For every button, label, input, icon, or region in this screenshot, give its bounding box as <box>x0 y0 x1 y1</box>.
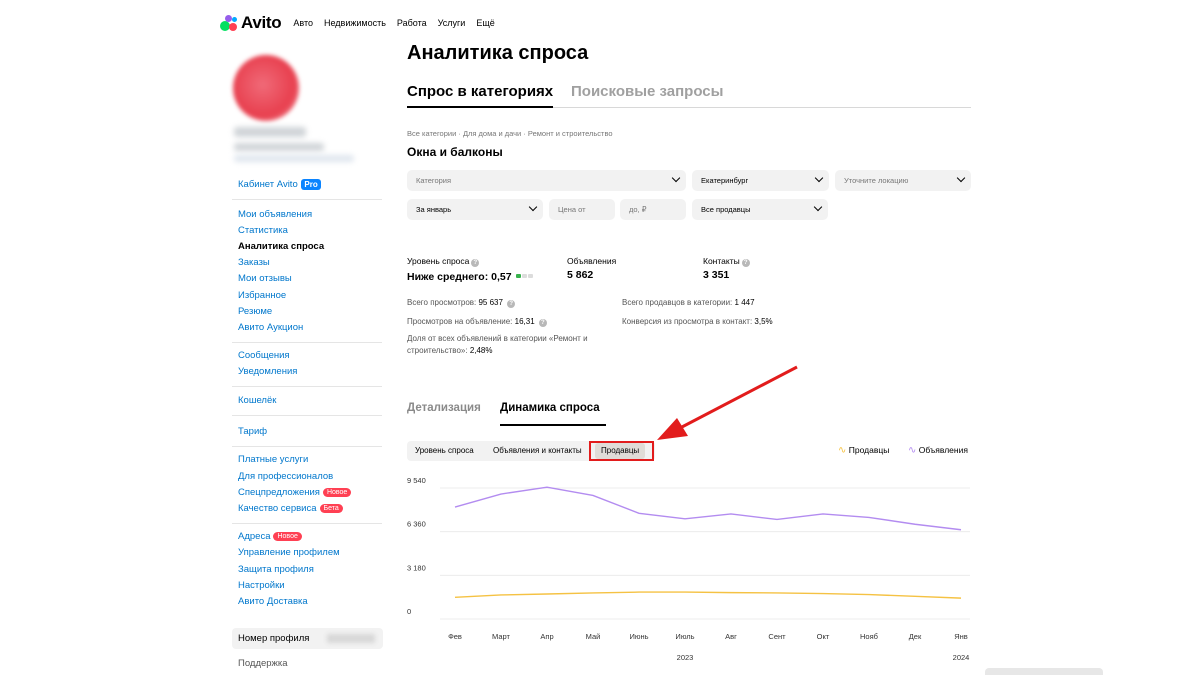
demand-dynamics-chart: 0 3 180 6 360 9 540 Фев Март Апр Май Июнь Июль Ав… <box>407 476 970 662</box>
x-tick-label: Фев <box>448 632 462 641</box>
x-tick-label: Март <box>492 632 511 641</box>
legend-sellers-swatch: ∿ <box>838 445 847 456</box>
year-label: 2023 <box>677 653 694 662</box>
chart-grid <box>440 487 970 620</box>
legend-sellers-label: Продавцы <box>848 445 890 455</box>
x-tick-label: Май <box>586 632 601 641</box>
legend-ads-swatch: ∿ <box>908 445 917 456</box>
x-tick-label: Апр <box>540 632 553 641</box>
x-tick-label: Янв <box>954 632 968 641</box>
chart-lines <box>454 486 962 599</box>
x-tick-label: Сент <box>768 632 786 641</box>
x-tick-label: Нояб <box>860 632 878 641</box>
x-tick-label: Июль <box>675 632 694 641</box>
x-tick-label: Авг <box>725 632 737 641</box>
blurred-widget <box>985 668 1103 675</box>
chart-y-ticks: 0 3 180 6 360 9 540 <box>407 476 426 616</box>
annotation-arrow-head <box>657 418 688 440</box>
legend-ads-label: Объявления <box>918 445 968 455</box>
y-tick-label: 3 180 <box>407 563 426 572</box>
sellers-series-line[interactable] <box>454 591 962 599</box>
chart-year-labels: 2023 2024 <box>677 653 970 662</box>
chart-x-ticks: Фев Март Апр Май Июнь Июль Авг Сент Окт Нояб Дек Ян… <box>448 632 968 641</box>
annotation-arrow-line <box>679 365 798 430</box>
y-tick-label: 6 360 <box>407 520 426 529</box>
y-tick-label: 0 <box>407 607 411 616</box>
ads-series-line[interactable] <box>454 486 962 531</box>
year-label: 2024 <box>953 653 970 662</box>
x-tick-label: Дек <box>909 632 922 641</box>
legend-sellers[interactable]: ∿ Продавцы <box>838 445 889 456</box>
y-tick-label: 9 540 <box>407 476 426 485</box>
x-tick-label: Июнь <box>629 632 648 641</box>
legend-ads[interactable]: ∿ Объявления <box>908 445 968 456</box>
x-tick-label: Окт <box>817 632 830 641</box>
